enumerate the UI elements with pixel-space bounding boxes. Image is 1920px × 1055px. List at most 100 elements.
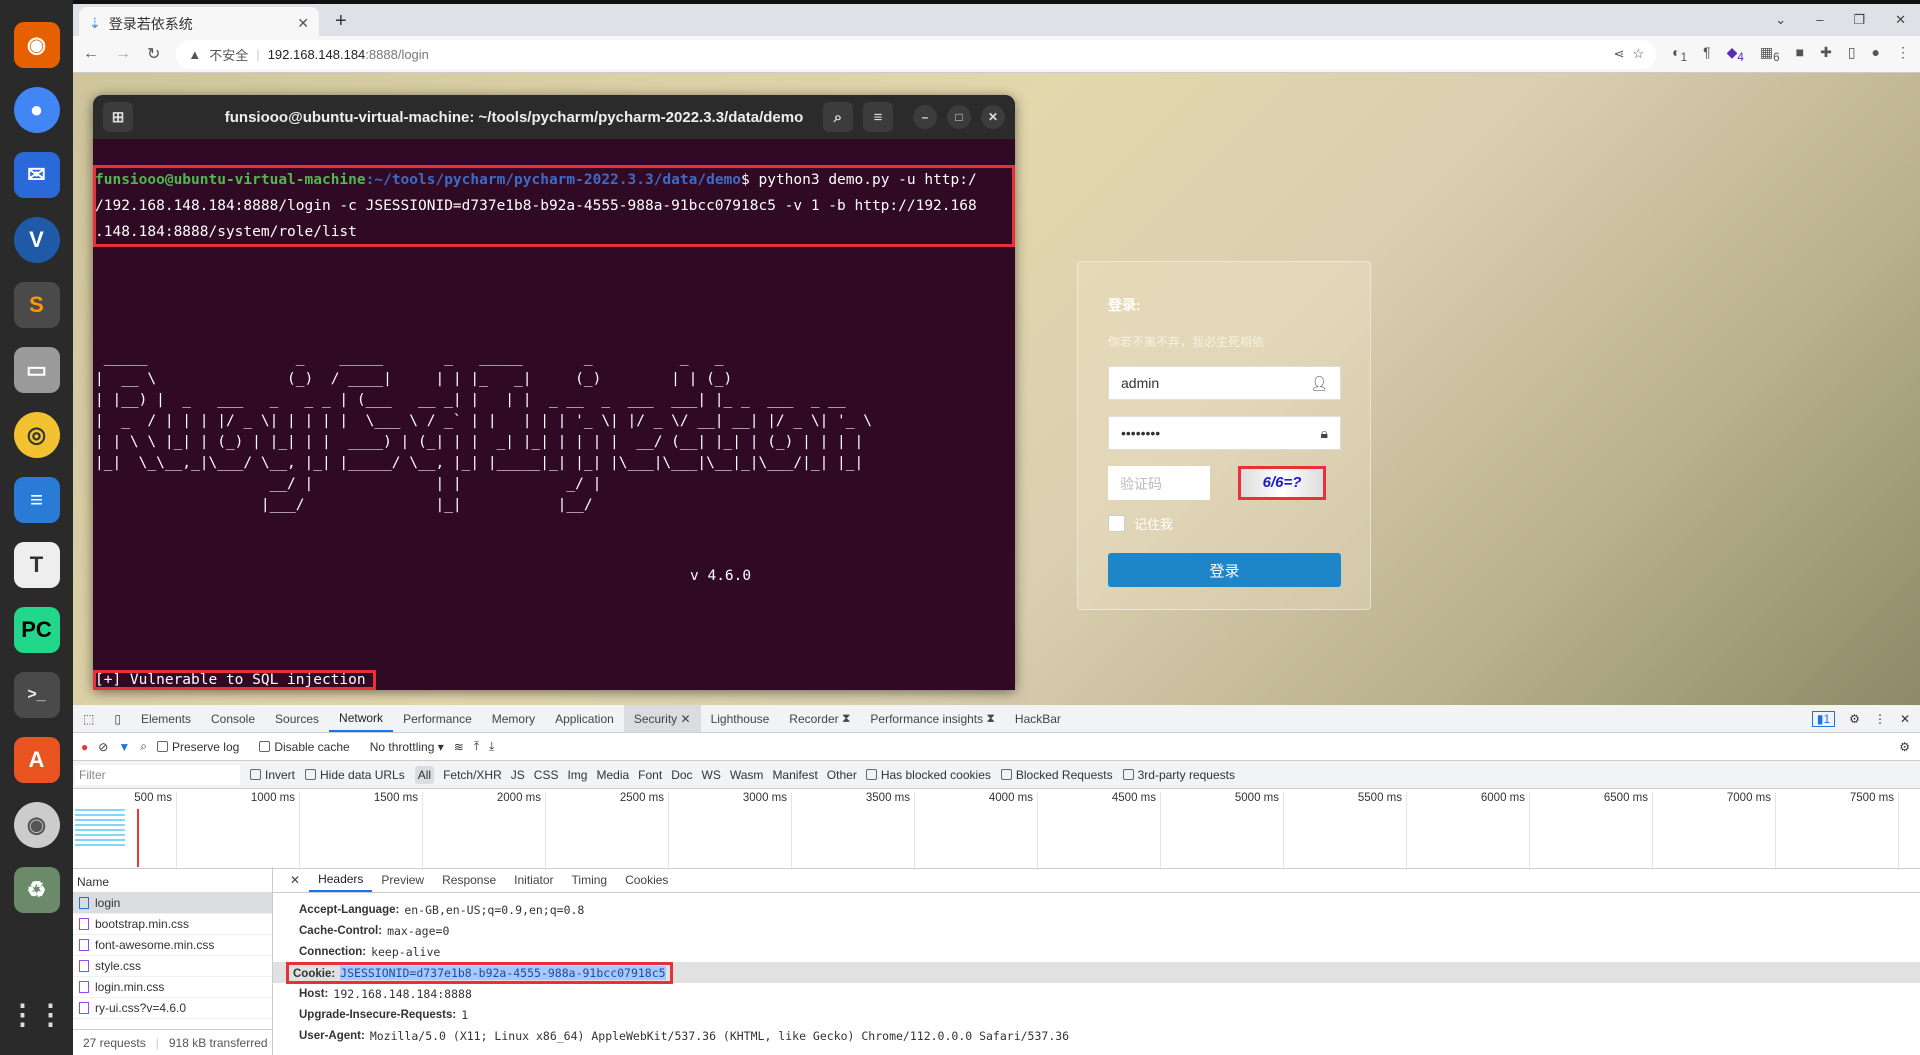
remember-checkbox[interactable] bbox=[1108, 515, 1125, 532]
password-input[interactable]: •••••••• 🔒︎ bbox=[1108, 416, 1341, 450]
close-tab-icon[interactable]: ✕ bbox=[297, 15, 309, 32]
sublime-icon[interactable]: S bbox=[13, 282, 60, 328]
tab-application[interactable]: Application bbox=[545, 705, 624, 732]
settings-gear-icon[interactable]: ⚙ bbox=[1849, 712, 1860, 726]
trash-icon[interactable]: ♻ bbox=[13, 867, 60, 913]
extension-icon[interactable]: ▦6 bbox=[1760, 44, 1780, 64]
type-filter[interactable]: Media bbox=[596, 768, 629, 782]
search-icon[interactable]: ⌕ bbox=[823, 102, 853, 132]
menu-icon[interactable]: ⋮ bbox=[1896, 44, 1910, 64]
search-icon[interactable]: ⌕ bbox=[140, 739, 147, 754]
profile-avatar-icon[interactable]: ● bbox=[1872, 44, 1880, 64]
close-window-icon[interactable]: ✕ bbox=[1895, 12, 1906, 28]
minimize-icon[interactable]: – bbox=[1816, 12, 1823, 28]
reload-icon[interactable]: ↻ bbox=[147, 44, 160, 64]
device-toolbar-icon[interactable]: ▯ bbox=[104, 705, 131, 732]
pycharm-icon[interactable]: PC bbox=[13, 607, 60, 653]
captcha-input[interactable]: 验证码 bbox=[1108, 466, 1210, 500]
type-filter[interactable]: Fetch/XHR bbox=[443, 768, 502, 782]
tab-response[interactable]: Response bbox=[433, 867, 505, 892]
clear-icon[interactable]: ⊘ bbox=[98, 740, 108, 754]
close-icon[interactable]: ✕ bbox=[981, 105, 1005, 129]
request-row[interactable]: login bbox=[73, 893, 272, 914]
side-panel-icon[interactable]: ▯ bbox=[1848, 44, 1856, 64]
hide-data-urls-checkbox[interactable]: Hide data URLs bbox=[305, 768, 405, 782]
vim-icon[interactable]: V bbox=[13, 217, 60, 263]
show-apps-icon[interactable]: ⋮⋮ bbox=[9, 991, 65, 1037]
firefox-icon[interactable]: ◉ bbox=[13, 22, 60, 68]
extension-icon[interactable]: ¶ bbox=[1703, 44, 1711, 64]
inspect-icon[interactable]: ⬚ bbox=[73, 705, 104, 732]
type-filter[interactable]: Img bbox=[567, 768, 587, 782]
tab-cookies[interactable]: Cookies bbox=[616, 867, 677, 892]
disc-icon[interactable]: ◉ bbox=[13, 802, 60, 848]
tab-sources[interactable]: Sources bbox=[265, 705, 329, 732]
text-editor-icon[interactable]: T bbox=[13, 542, 60, 588]
throttling-select[interactable]: No throttling ▾ bbox=[370, 740, 444, 754]
app-center-icon[interactable]: A bbox=[13, 737, 60, 783]
minimize-icon[interactable]: – bbox=[913, 105, 937, 129]
tab-security[interactable]: Security ✕ bbox=[623, 705, 701, 732]
tab-recorder[interactable]: Recorder ⧗ bbox=[779, 705, 860, 732]
type-filter[interactable]: CSS bbox=[534, 768, 559, 782]
tab-performance[interactable]: Performance bbox=[393, 705, 482, 732]
terminal-window[interactable]: ⊞ funsiooo@ubuntu-virtual-machine: ~/too… bbox=[93, 95, 1015, 690]
request-row[interactable]: bootstrap.min.css bbox=[73, 914, 272, 935]
tab-headers[interactable]: Headers bbox=[309, 867, 373, 892]
restore-icon[interactable]: ❐ bbox=[1853, 12, 1865, 28]
extension-icon[interactable]: ◐1 bbox=[1672, 44, 1687, 64]
maximize-icon[interactable]: □ bbox=[947, 105, 971, 129]
forward-icon[interactable]: → bbox=[115, 45, 131, 63]
tab-lighthouse[interactable]: Lighthouse bbox=[701, 705, 780, 732]
type-filter[interactable]: Wasm bbox=[730, 768, 764, 782]
share-icon[interactable]: ⋖ bbox=[1614, 46, 1625, 62]
request-row[interactable]: font-awesome.min.css bbox=[73, 935, 272, 956]
cookie-value[interactable]: JSESSIONID=d737e1b8-b92a-4555-988a-91bcc… bbox=[340, 965, 666, 980]
more-icon[interactable]: ⋮ bbox=[1874, 712, 1886, 726]
login-button[interactable]: 登录 bbox=[1108, 553, 1341, 587]
has-blocked-cookies-checkbox[interactable]: Has blocked cookies bbox=[865, 768, 991, 782]
tab-timing[interactable]: Timing bbox=[563, 867, 617, 892]
record-icon[interactable]: ● bbox=[81, 740, 88, 754]
tab-preview[interactable]: Preview bbox=[372, 867, 433, 892]
type-filter[interactable]: Font bbox=[638, 768, 662, 782]
thunderbird-icon[interactable]: ✉ bbox=[13, 152, 60, 198]
terminal-icon[interactable]: >_ bbox=[13, 672, 60, 718]
bookmark-star-icon[interactable]: ☆ bbox=[1632, 46, 1644, 62]
blocked-requests-checkbox[interactable]: Blocked Requests bbox=[1000, 768, 1113, 782]
writer-icon[interactable]: ≡ bbox=[13, 477, 60, 523]
request-row[interactable]: style.css bbox=[73, 956, 272, 977]
type-filter[interactable]: Doc bbox=[671, 768, 692, 782]
tab-elements[interactable]: Elements bbox=[131, 705, 201, 732]
filter-input[interactable]: Filter bbox=[75, 764, 240, 785]
third-party-checkbox[interactable]: 3rd-party requests bbox=[1122, 768, 1235, 782]
request-row[interactable]: login.min.css bbox=[73, 977, 272, 998]
rhythmbox-icon[interactable]: ◎ bbox=[13, 412, 60, 458]
address-bar[interactable]: ▲ 不安全 | 192.168.148.184:8888/login ⋖ ☆ bbox=[176, 39, 1657, 69]
type-filter-all[interactable]: All bbox=[414, 765, 435, 784]
request-row[interactable]: ry-ui.css?v=4.6.0 bbox=[73, 998, 272, 1019]
type-filter[interactable]: WS bbox=[702, 768, 721, 782]
new-tab-button[interactable]: + bbox=[335, 10, 347, 33]
tab-performance-insights[interactable]: Performance insights ⧗ bbox=[860, 705, 1004, 732]
name-column-header[interactable]: Name bbox=[73, 867, 272, 893]
type-filter[interactable]: Other bbox=[827, 768, 857, 782]
extension-icon[interactable]: ■ bbox=[1796, 44, 1804, 64]
tab-initiator[interactable]: Initiator bbox=[505, 867, 562, 892]
captcha-image[interactable]: 6/6=? bbox=[1238, 466, 1326, 500]
tab-memory[interactable]: Memory bbox=[482, 705, 545, 732]
close-details-icon[interactable]: ✕ bbox=[281, 867, 309, 892]
tab-network[interactable]: Network bbox=[329, 705, 394, 732]
new-tab-icon[interactable]: ⊞ bbox=[103, 102, 133, 132]
network-conditions-icon[interactable]: ≋ bbox=[454, 740, 464, 754]
invert-checkbox[interactable]: Invert bbox=[250, 768, 295, 782]
import-har-icon[interactable]: ⤒ bbox=[474, 739, 479, 754]
type-filter[interactable]: JS bbox=[511, 768, 525, 782]
close-devtools-icon[interactable]: ✕ bbox=[1900, 712, 1910, 726]
files-icon[interactable]: ▭ bbox=[13, 347, 60, 393]
disable-cache-checkbox[interactable]: Disable cache bbox=[259, 740, 350, 754]
type-filter[interactable]: Manifest bbox=[772, 768, 817, 782]
network-settings-icon[interactable]: ⚙ bbox=[1899, 740, 1920, 754]
puzzle-icon[interactable]: ✚ bbox=[1820, 44, 1832, 64]
hamburger-menu-icon[interactable]: ≡ bbox=[863, 102, 893, 132]
